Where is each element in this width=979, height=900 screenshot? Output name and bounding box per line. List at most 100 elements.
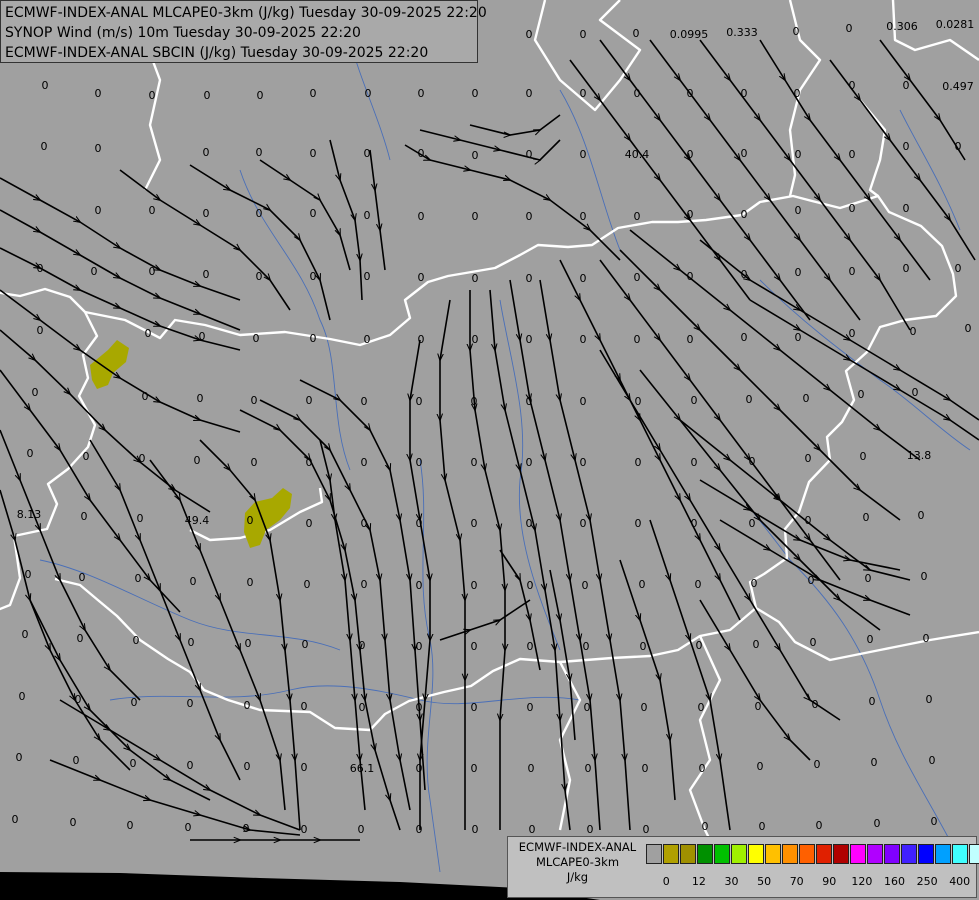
cin-value-label: 0: [416, 517, 423, 530]
cin-value-label: 0: [635, 395, 642, 408]
cin-value-label: 0: [526, 517, 533, 530]
cin-value-label: 0: [203, 146, 210, 159]
cin-value-label: 0: [310, 87, 317, 100]
cin-value-label: 0: [903, 202, 910, 215]
cin-value-label: 0: [418, 333, 425, 346]
cin-value-label: 0: [416, 762, 423, 775]
legend-tick-label: 400: [949, 875, 971, 888]
cin-value-label: 0: [70, 816, 77, 829]
cin-value-label: 0: [310, 332, 317, 345]
cin-value-label: 0: [903, 79, 910, 92]
cin-value-label: 0: [849, 79, 856, 92]
cin-value-label: 0: [365, 87, 372, 100]
cin-value-label: 0: [580, 333, 587, 346]
cin-value-label: 0: [794, 87, 801, 100]
cin-value-label: 0: [416, 701, 423, 714]
cin-value-label: 0: [306, 517, 313, 530]
cin-value-label: 0: [757, 760, 764, 773]
cin-value-label: 0: [585, 762, 592, 775]
cin-value-label: 0: [874, 817, 881, 830]
cin-value-label: 0.0281: [936, 18, 975, 31]
cin-value-label: 0: [641, 701, 648, 714]
cin-value-label: 0: [12, 813, 19, 826]
cin-value-label: 0: [472, 87, 479, 100]
cin-value-label: 0: [301, 700, 308, 713]
cin-value-label: 0: [643, 823, 650, 836]
cin-value-label: 0: [42, 79, 49, 92]
cin-value-label: 0: [245, 637, 252, 650]
cin-value-label: 0: [185, 821, 192, 834]
legend-swatch: [799, 844, 815, 864]
cin-value-label: 0: [32, 386, 39, 399]
cin-value-label: 0: [741, 147, 748, 160]
cin-value-label: 0: [203, 268, 210, 281]
cin-value-label: 0: [691, 456, 698, 469]
cin-value-label: 0: [361, 395, 368, 408]
cin-value-label: 0: [687, 87, 694, 100]
cin-value-label: 0: [301, 823, 308, 836]
cin-value-label: 0: [849, 327, 856, 340]
cin-value-label: 49.4: [185, 514, 210, 527]
legend-tick-label: 50: [757, 875, 772, 888]
cin-value-label: 0: [640, 640, 647, 653]
cin-value-label: 0: [687, 208, 694, 221]
cin-value-label: 0: [364, 209, 371, 222]
cin-value-label: 0: [247, 514, 254, 527]
cin-value-label: 0: [863, 511, 870, 524]
cin-value-label: 0: [471, 517, 478, 530]
cin-value-label: 0: [795, 204, 802, 217]
cin-value-label: 0: [364, 147, 371, 160]
cin-value-label: 0: [580, 395, 587, 408]
cin-value-label: 0: [741, 208, 748, 221]
cin-value-label: 40.4: [625, 148, 650, 161]
cin-value-label: 0: [793, 25, 800, 38]
legend-swatch: [680, 844, 696, 864]
cin-value-label: 0: [698, 701, 705, 714]
cin-value-label: 0: [526, 456, 533, 469]
cin-value-label: 0: [871, 756, 878, 769]
cin-value-label: 0: [580, 87, 587, 100]
cin-value-label: 0: [204, 89, 211, 102]
cin-value-label: 0: [471, 762, 478, 775]
cin-value-label: 0: [187, 697, 194, 710]
cin-value-label: 0: [95, 204, 102, 217]
cin-value-label: 66.1: [350, 762, 375, 775]
cin-value-label: 0: [359, 639, 366, 652]
cin-value-label: 0: [361, 578, 368, 591]
map-title-box: ECMWF-INDEX-ANAL MLCAPE0-3km (J/kg) Tues…: [0, 0, 487, 63]
cin-value-label: 0: [253, 332, 260, 345]
cin-value-label: 0: [247, 576, 254, 589]
legend-tick-label: 120: [851, 875, 873, 888]
cin-value-label: 0: [580, 210, 587, 223]
cin-value-label: 0: [527, 701, 534, 714]
cin-value-label: 0: [931, 815, 938, 828]
legend-swatch: [714, 844, 730, 864]
cin-value-label: 0: [256, 270, 263, 283]
cin-value-label: 0: [137, 512, 144, 525]
cin-value-label: 0: [472, 333, 479, 346]
cin-value-label: 0: [699, 762, 706, 775]
cin-value-label: 0: [257, 89, 264, 102]
cin-value-label: 0: [955, 262, 962, 275]
cin-value-label: 0: [580, 148, 587, 161]
cin-value-label: 0: [416, 823, 423, 836]
cin-value-label: 0: [131, 696, 138, 709]
cin-value-label: 0: [306, 394, 313, 407]
cin-value-label: 0: [805, 514, 812, 527]
cin-value-label: 0: [95, 142, 102, 155]
cin-value-label: 0: [73, 754, 80, 767]
cin-value-label: 0: [912, 386, 919, 399]
cin-value-label: 0: [846, 22, 853, 35]
cin-value-label: 0: [526, 87, 533, 100]
cin-value-label: 0: [471, 579, 478, 592]
cin-value-label: 0: [75, 693, 82, 706]
cin-value-label: 0: [635, 456, 642, 469]
cin-value-label: 0: [865, 572, 872, 585]
cin-value-label: 0: [471, 456, 478, 469]
cin-value-label: 0: [749, 455, 756, 468]
cin-value-label: 0: [795, 331, 802, 344]
cin-value-label: 0: [903, 140, 910, 153]
cin-value-label: 0: [746, 393, 753, 406]
cin-value-label: 0: [687, 148, 694, 161]
cin-value-label: 0: [869, 695, 876, 708]
